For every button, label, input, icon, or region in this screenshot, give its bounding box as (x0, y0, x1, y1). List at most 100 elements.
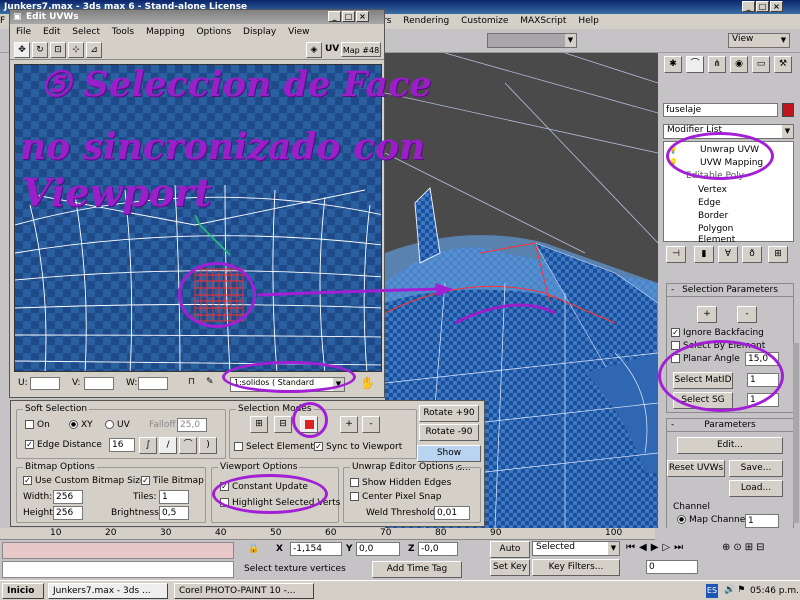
load-button[interactable]: Load... (729, 480, 783, 497)
vertex-mode-icon[interactable]: ⊞ (250, 416, 268, 433)
mirror-tool-icon[interactable]: ⊿ (86, 42, 102, 58)
save-button[interactable]: Save... (729, 460, 783, 477)
display-tab[interactable]: ▭ (752, 56, 770, 73)
stack-item-polygon[interactable]: Polygon (698, 224, 733, 234)
utilities-tab[interactable]: ⚒ (774, 56, 792, 73)
viewport-nav-controls[interactable]: ⊕⊙⊞⊟ (722, 542, 768, 553)
uvw-menu-select[interactable]: Select (72, 27, 100, 37)
map-combo[interactable]: Map #48 (341, 42, 381, 57)
current-frame-field[interactable]: 0 (646, 560, 698, 574)
scale-tool-icon[interactable]: ⊡ (50, 42, 66, 58)
named-selection-combo[interactable]: ▼ (487, 33, 577, 48)
uvw-close-button[interactable]: × (356, 11, 369, 22)
xy-radio[interactable]: ● (69, 420, 78, 429)
width-spinner[interactable]: 256 (53, 490, 83, 504)
time-ruler[interactable]: 10 20 30 40 50 60 70 80 90 100 (0, 528, 655, 540)
show-map-icon[interactable]: ◈ (306, 42, 322, 58)
minimize-button[interactable]: _ (742, 1, 755, 12)
task-3dsmax[interactable]: Junkers7.max - 3ds ... (48, 583, 168, 599)
uvw-maximize-button[interactable]: □ (342, 11, 355, 22)
menu-customize[interactable]: Customize (461, 16, 508, 26)
key-mode-combo[interactable]: Selected ▼ (532, 541, 620, 556)
start-button[interactable]: Inicio (2, 583, 44, 599)
move-tool-icon[interactable]: ✥ (14, 42, 30, 58)
uvw-menu-options[interactable]: Options (196, 27, 231, 37)
create-tab[interactable]: ✱ (664, 56, 682, 73)
task-photopaint[interactable]: Corel PHOTO-PAINT 10 -... (174, 583, 314, 599)
set-key-button[interactable]: Set Key (490, 559, 530, 576)
uvw-menu-tools[interactable]: Tools (112, 27, 134, 37)
falloff-spinner[interactable]: 25,0 (177, 418, 207, 432)
uvw-menu-view[interactable]: View (288, 27, 309, 37)
selection-lock-icon[interactable]: 🔒 (248, 544, 259, 554)
remove-modifier-button[interactable]: ð (742, 246, 762, 263)
edge-distance-spinner[interactable]: 16 (109, 438, 135, 452)
soft-on-check[interactable] (25, 420, 34, 429)
map-channel-radio[interactable]: ● (677, 515, 686, 524)
ignore-backfacing-check[interactable]: ✓ (671, 328, 680, 337)
motion-tab[interactable]: ◉ (730, 56, 748, 73)
center-pixel-snap-check[interactable] (350, 492, 359, 501)
u-spinner[interactable] (30, 377, 60, 390)
w-spinner[interactable] (138, 377, 168, 390)
tile-bitmap-check[interactable]: ✓ (141, 476, 150, 485)
reset-uvws-button[interactable]: Reset UVWs (667, 460, 725, 477)
maxscript-listener-bottom[interactable] (2, 561, 234, 578)
modify-tab[interactable]: ⌒ (686, 56, 704, 73)
uv-radio[interactable] (105, 420, 114, 429)
object-name-field[interactable]: fuselaje (663, 103, 778, 117)
view-combo[interactable]: View ▼ (728, 33, 790, 48)
v-spinner[interactable] (84, 377, 114, 390)
freeform-tool-icon[interactable]: ⊹ (68, 42, 84, 58)
falloff-curve-1-icon[interactable]: ∫ (139, 437, 157, 454)
expand-uv-selection-button[interactable]: + (340, 416, 358, 433)
contract-uv-selection-button[interactable]: - (362, 416, 380, 433)
use-custom-bitmap-check[interactable]: ✓ (23, 476, 32, 485)
stack-item-border[interactable]: Border (698, 211, 728, 221)
auto-key-button[interactable]: Auto Key (490, 541, 530, 569)
z-coordinate-field[interactable]: -0,0 (418, 542, 458, 556)
pan-hand-icon[interactable]: ✋ (360, 376, 375, 390)
make-unique-button[interactable]: ∀ (718, 246, 738, 263)
uvw-minimize-button[interactable]: _ (328, 11, 341, 22)
uvw-menu-edit[interactable]: Edit (43, 27, 60, 37)
select-element-check[interactable] (234, 442, 243, 451)
pencil-icon[interactable]: ✎ (206, 377, 214, 387)
parameters-header[interactable]: - Parameters (667, 419, 793, 432)
edge-distance-check[interactable]: ✓ (25, 440, 34, 449)
expand-selection-button[interactable]: + (697, 306, 717, 323)
configure-sets-button[interactable]: ⊞ (768, 246, 788, 263)
rotate-plus-90-button[interactable]: Rotate +90 (419, 405, 479, 422)
rotate-tool-icon[interactable]: ↻ (32, 42, 48, 58)
add-time-tag-button[interactable]: Add Time Tag (372, 561, 462, 578)
stack-item-element[interactable]: Element (698, 235, 735, 243)
pin-stack-button[interactable]: ⊣ (666, 246, 686, 263)
falloff-curve-2-icon[interactable]: / (159, 437, 177, 454)
show-end-result-button[interactable]: ▮ (694, 246, 714, 263)
menu-maxscript[interactable]: MAXScript (520, 16, 566, 26)
lock-icon[interactable]: ⊓ (188, 377, 195, 387)
hierarchy-tab[interactable]: ⋔ (708, 56, 726, 73)
rotate-minus-90-button[interactable]: Rotate -90 (419, 424, 479, 441)
uv-axis-label[interactable]: UV (325, 44, 339, 54)
uvw-menu-mapping[interactable]: Mapping (146, 27, 185, 37)
shrink-selection-button[interactable]: - (737, 306, 757, 323)
show-hidden-edges-check[interactable] (350, 478, 359, 487)
uv-editor-canvas[interactable] (14, 64, 382, 372)
key-filters-button[interactable]: Key Filters... (532, 559, 620, 576)
map-channel-spinner[interactable]: 1 (745, 514, 779, 528)
command-panel-scrollbar[interactable] (793, 343, 799, 523)
maximize-button[interactable]: □ (756, 1, 769, 12)
y-coordinate-field[interactable]: 0,0 (356, 542, 400, 556)
stack-item-edge[interactable]: Edge (698, 198, 721, 208)
menu-help[interactable]: Help (578, 16, 599, 26)
x-coordinate-field[interactable]: -1,154 (290, 542, 342, 556)
uvw-menu-file[interactable]: File (16, 27, 31, 37)
object-color-swatch[interactable] (782, 103, 794, 117)
edge-mode-icon[interactable]: ⊟ (274, 416, 292, 433)
menu-rendering[interactable]: Rendering (403, 16, 449, 26)
close-button[interactable]: × (770, 1, 783, 12)
language-indicator[interactable]: ES (706, 584, 718, 598)
maxscript-listener-top[interactable] (2, 542, 234, 559)
uvw-menu-display[interactable]: Display (243, 27, 276, 37)
